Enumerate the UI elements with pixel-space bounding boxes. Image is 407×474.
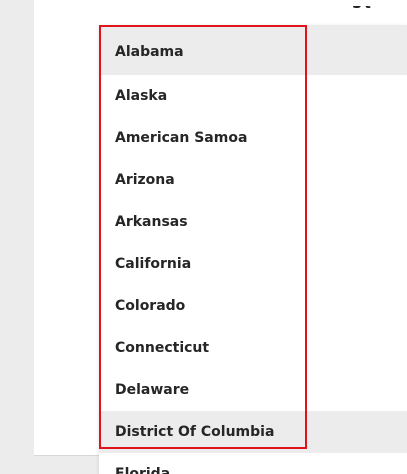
state-option-arizona[interactable]: Arizona bbox=[99, 159, 407, 201]
state-option-florida[interactable]: Florida bbox=[99, 453, 407, 474]
state-option-colorado[interactable]: Colorado bbox=[99, 285, 407, 327]
partially-hidden-label-text: St bbox=[352, 6, 374, 12]
state-option-american-samoa[interactable]: American Samoa bbox=[99, 117, 407, 159]
state-option-delaware[interactable]: Delaware bbox=[99, 369, 407, 411]
page: St Alabama Alaska American Samoa Arizona… bbox=[0, 0, 407, 474]
partially-hidden-label: St bbox=[352, 6, 374, 12]
state-dropdown-list[interactable]: Alabama Alaska American Samoa Arizona Ar… bbox=[99, 25, 407, 474]
state-options: Alabama Alaska American Samoa Arizona Ar… bbox=[99, 25, 407, 474]
state-option-connecticut[interactable]: Connecticut bbox=[99, 327, 407, 369]
state-option-alabama[interactable]: Alabama bbox=[99, 25, 407, 75]
state-option-district-of-columbia[interactable]: District Of Columbia bbox=[99, 411, 407, 453]
state-option-arkansas[interactable]: Arkansas bbox=[99, 201, 407, 243]
state-option-alaska[interactable]: Alaska bbox=[99, 75, 407, 117]
left-gutter bbox=[0, 0, 34, 474]
state-option-california[interactable]: California bbox=[99, 243, 407, 285]
